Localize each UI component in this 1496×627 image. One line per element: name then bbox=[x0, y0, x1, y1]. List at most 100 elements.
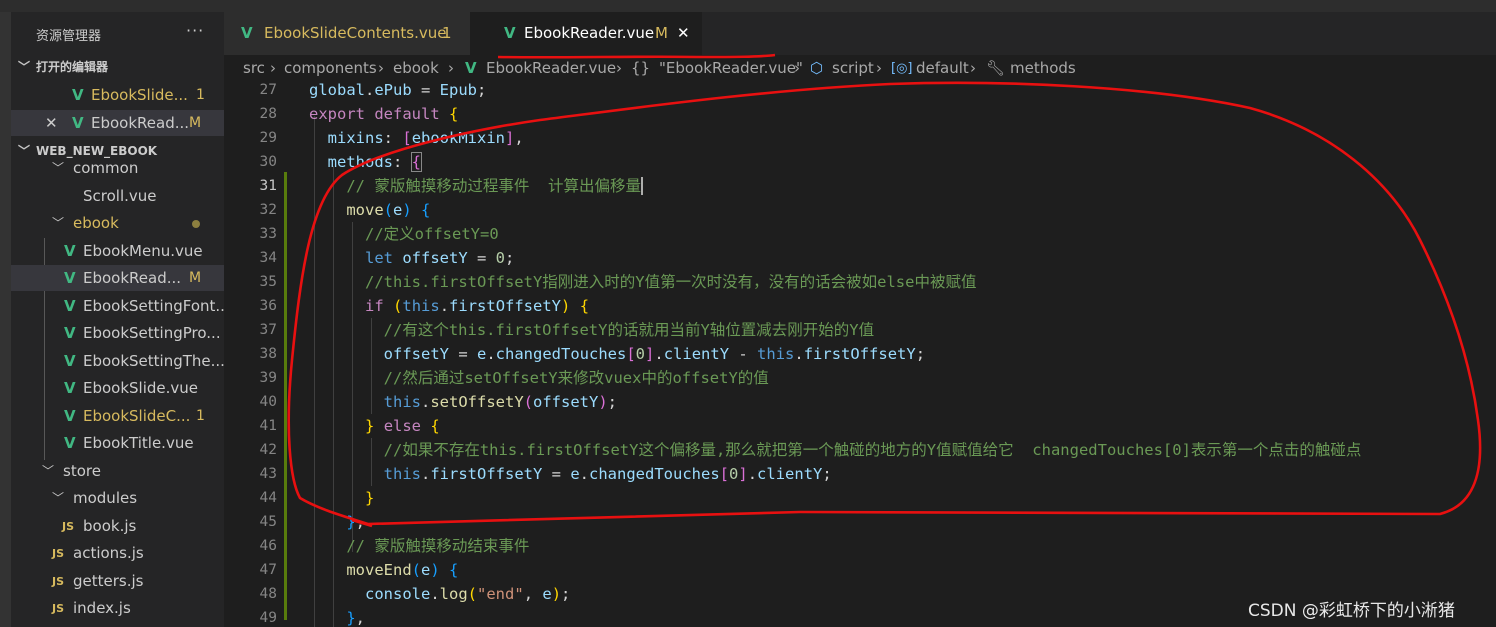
file-getters-js[interactable]: JS getters.js bbox=[11, 568, 224, 594]
vue-file-icon: V bbox=[64, 297, 76, 315]
code-line-43: this.firstOffsetY = e.changedTouches[0].… bbox=[383, 465, 832, 483]
code-line-30: methods: { bbox=[327, 152, 423, 172]
close-icon[interactable]: ✕ bbox=[45, 110, 58, 136]
file-label: index.js bbox=[73, 599, 131, 617]
tab-ebook-slide-contents[interactable]: V EbookSlideContents.vue 1 bbox=[224, 12, 470, 55]
modified-badge: M bbox=[655, 24, 668, 42]
chevron-down-icon: ﹀ bbox=[52, 161, 65, 175]
tab-ebook-reader[interactable]: V EbookReader.vue M ✕ bbox=[470, 12, 702, 55]
file-ebook-title[interactable]: V EbookTitle.vue bbox=[11, 430, 224, 456]
line-number: 27 bbox=[259, 82, 277, 98]
more-actions-icon[interactable]: ··· bbox=[186, 21, 204, 40]
crumb-components[interactable]: components bbox=[284, 55, 377, 82]
crumb-file[interactable]: EbookReader.vue bbox=[486, 55, 616, 82]
code-line-37: //有这个this.firstOffsetY的话就用当前Y轴位置减去刚开始的Y值 bbox=[309, 318, 874, 342]
folder-label: store bbox=[63, 462, 101, 480]
modified-badge: M bbox=[189, 115, 202, 131]
file-ebook-menu[interactable]: V EbookMenu.vue bbox=[11, 238, 224, 264]
line-number: 28 bbox=[259, 106, 277, 122]
file-index-js[interactable]: JS index.js bbox=[11, 595, 224, 621]
file-label: EbookTitle.vue bbox=[83, 434, 194, 452]
wrench-icon: 🔧︎ bbox=[986, 59, 1006, 77]
open-editor-name: EbookSlide... bbox=[91, 86, 188, 104]
folder-label: common bbox=[73, 159, 139, 177]
code-editor[interactable]: 27 28 29 30 31 32 33 34 35 36 37 38 39 40 41 42 43 44 45 46… bbox=[224, 82, 1496, 627]
window-top-strip bbox=[0, 0, 1496, 12]
chevron-right-icon: › bbox=[970, 59, 976, 77]
chevron-right-icon: › bbox=[448, 59, 454, 77]
code-line-28: export default { bbox=[309, 105, 459, 123]
chevron-down-icon: ﹀ bbox=[52, 216, 65, 230]
code-comment: // 蒙版触摸移动过程事件 计算出偏移量 bbox=[346, 177, 641, 195]
tab-bar: V EbookSlideContents.vue 1 V EbookReader… bbox=[224, 12, 1496, 55]
crumb-script[interactable]: script bbox=[832, 55, 874, 82]
open-editors-header[interactable]: ﹀ 打开的编辑器 bbox=[11, 54, 224, 80]
line-number: 36 bbox=[259, 298, 277, 314]
code-line-32: move(e) { bbox=[346, 201, 431, 219]
vue-file-icon: V bbox=[64, 352, 76, 370]
chevron-down-icon: ﹀ bbox=[52, 491, 65, 505]
crumb-src[interactable]: src bbox=[243, 55, 265, 82]
activity-bar-edge bbox=[0, 12, 11, 627]
line-number: 33 bbox=[259, 226, 277, 242]
crumb-methods[interactable]: methods bbox=[1010, 55, 1076, 82]
code-line-36: if (this.firstOffsetY) { bbox=[365, 297, 590, 315]
chevron-right-icon: › bbox=[378, 59, 384, 77]
code-line-47: moveEnd(e) { bbox=[346, 561, 459, 579]
line-number: 29 bbox=[259, 130, 277, 146]
explorer-title: 资源管理器 bbox=[36, 29, 102, 44]
folder-store[interactable]: ﹀ store bbox=[11, 458, 224, 484]
line-number: 45 bbox=[259, 514, 277, 530]
file-ebook-setting-theme[interactable]: V EbookSettingThe... bbox=[11, 348, 225, 374]
folder-label: modules bbox=[73, 489, 138, 507]
crumb-default[interactable]: default bbox=[916, 55, 969, 82]
file-ebook-setting-font[interactable]: V EbookSettingFont... bbox=[11, 293, 230, 319]
line-number: 38 bbox=[259, 346, 277, 362]
file-ebook-setting-pro[interactable]: V EbookSettingPro... bbox=[11, 320, 224, 346]
chevron-right-icon: › bbox=[616, 59, 622, 77]
problem-badge: 1 bbox=[442, 24, 452, 42]
file-label: EbookSettingFont... bbox=[83, 297, 230, 315]
vue-file-icon: V bbox=[64, 407, 76, 425]
line-number: 30 bbox=[259, 154, 277, 170]
crumb-ebook[interactable]: ebook bbox=[393, 55, 439, 82]
chevron-down-icon: ﹀ bbox=[42, 464, 55, 478]
close-tab-icon[interactable]: ✕ bbox=[677, 12, 690, 55]
chevron-down-icon: ﹀ bbox=[18, 60, 31, 74]
vue-file-icon: V bbox=[64, 434, 76, 452]
crumb-object[interactable]: "EbookReader.vue" bbox=[659, 55, 803, 82]
file-ebook-slide[interactable]: V EbookSlide.vue bbox=[11, 375, 224, 401]
problem-badge: 1 bbox=[196, 408, 205, 424]
folder-ebook[interactable]: ﹀ ebook bbox=[11, 210, 224, 236]
code-line-42: //如果不存在this.firstOffsetY这个偏移量,那么就把第一个触碰的… bbox=[309, 438, 1362, 462]
open-editor-item-active[interactable]: ✕ V EbookRead... M bbox=[11, 110, 224, 136]
line-number: 39 bbox=[259, 370, 277, 386]
file-label: EbookSettingThe... bbox=[83, 352, 225, 370]
vue-file-icon: V bbox=[72, 114, 84, 132]
file-ebook-slide-contents[interactable]: V EbookSlideC... 1 bbox=[11, 403, 224, 429]
code-string: "end" bbox=[477, 585, 524, 603]
folder-label: ebook bbox=[73, 214, 119, 232]
folder-common[interactable]: ﹀ common bbox=[11, 157, 224, 179]
file-scroll[interactable]: Scroll.vue bbox=[11, 183, 224, 209]
line-number: 42 bbox=[259, 442, 277, 458]
code-line-49: }, bbox=[346, 609, 366, 627]
code-line-44: } bbox=[365, 489, 375, 507]
file-book-js[interactable]: JS book.js bbox=[11, 513, 224, 539]
line-number: 44 bbox=[259, 490, 277, 506]
line-number: 46 bbox=[259, 538, 277, 554]
open-editor-item[interactable]: V EbookSlide... 1 bbox=[11, 82, 224, 108]
code-line-41: } else { bbox=[365, 417, 440, 435]
file-label: EbookSlideC... bbox=[83, 407, 191, 425]
code-comment: // 蒙版触摸移动结束事件 bbox=[346, 537, 530, 555]
vue-file-icon: V bbox=[241, 24, 253, 42]
problem-badge: 1 bbox=[196, 87, 205, 103]
file-actions-js[interactable]: JS actions.js bbox=[11, 540, 224, 566]
folder-modules[interactable]: ﹀ modules bbox=[11, 485, 224, 511]
file-label: book.js bbox=[83, 517, 137, 535]
file-ebook-reader[interactable]: V EbookRead... M bbox=[11, 265, 224, 291]
code-line-46: // 蒙版触摸移动结束事件 bbox=[309, 534, 529, 558]
code-comment: //如果不存在this.firstOffsetY这个偏移量,那么就把第一个触碰的… bbox=[383, 441, 1362, 459]
file-label: EbookSlide.vue bbox=[83, 379, 199, 397]
modified-dot bbox=[192, 220, 200, 228]
